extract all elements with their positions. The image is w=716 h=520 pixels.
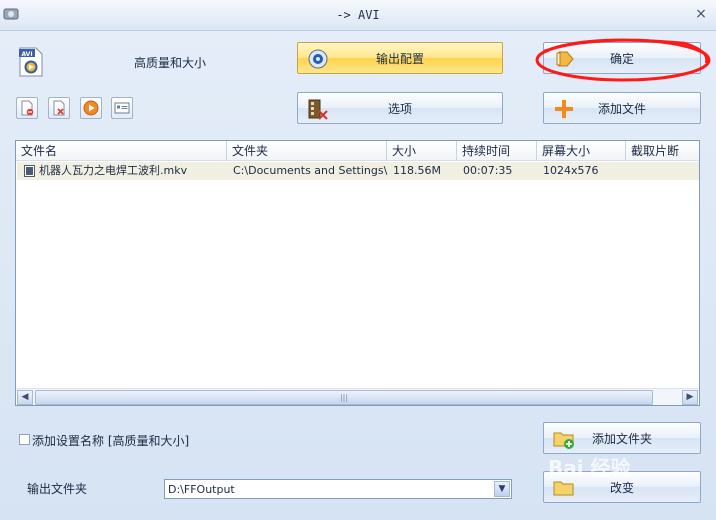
add-file-label: 添加文件 (597, 101, 646, 116)
watermark: Bai 经验 (548, 456, 631, 480)
output-config-label: 输出配置 (375, 51, 424, 66)
add-file-button[interactable]: 添加文件 (543, 92, 701, 124)
annotation-circle (535, 38, 711, 82)
add-setting-name-checkbox[interactable] (19, 434, 30, 445)
output-folder-select[interactable]: D:\FFOutput ▼ (164, 479, 512, 499)
title-bar: -> AVI × (0, 0, 716, 31)
column-header-filename[interactable]: 文件名 (16, 141, 227, 161)
scroll-left-icon[interactable]: ◀ (17, 390, 33, 405)
avi-file-icon: AVI (19, 47, 43, 77)
add-folder-button[interactable]: 添加文件夹 (543, 422, 701, 454)
info-icon (114, 102, 130, 114)
scroll-thumb[interactable]: ||| (35, 390, 653, 405)
add-setting-name-label: 添加设置名称 [高质量和大小] (32, 434, 190, 448)
options-button[interactable]: 选项 (297, 92, 503, 124)
play-button[interactable] (80, 97, 102, 119)
add-folder-label: 添加文件夹 (591, 431, 652, 446)
play-icon (83, 100, 99, 116)
cell-folder: C:\Documents and Settings\... (233, 164, 388, 177)
window-title: -> AVI (336, 8, 380, 22)
output-config-button[interactable]: 输出配置 (297, 42, 503, 74)
output-folder-label: 输出文件夹 (27, 482, 88, 496)
column-header-duration[interactable]: 持续时间 (457, 141, 537, 161)
delete-all-button[interactable] (48, 97, 70, 119)
close-icon[interactable]: × (693, 6, 709, 22)
cell-size: 118.56M (393, 164, 441, 177)
cell-duration: 00:07:35 (463, 164, 513, 177)
column-header-folder[interactable]: 文件夹 (227, 141, 387, 161)
column-header-clip[interactable]: 截取片断 (626, 141, 699, 161)
options-label: 选项 (387, 101, 412, 116)
horizontal-scrollbar[interactable]: ◀ ||| ▶ (17, 388, 698, 405)
output-folder-value: D:\FFOutput (168, 483, 235, 496)
info-button[interactable] (111, 97, 133, 119)
profile-label: 高质量和大小 (134, 56, 207, 70)
change-label: 改变 (609, 480, 634, 495)
chevron-down-icon[interactable]: ▼ (494, 481, 510, 497)
scroll-right-icon[interactable]: ▶ (682, 390, 698, 405)
column-header-size[interactable]: 大小 (387, 141, 457, 161)
cell-clip (627, 162, 699, 180)
cell-screen-size: 1024x576 (543, 164, 599, 177)
remove-file-icon (21, 100, 34, 116)
file-list[interactable]: 文件名 文件夹 大小 持续时间 屏幕大小 截取片断 机器人瓦力之电焊工波利.mk… (15, 140, 700, 406)
remove-file-button[interactable] (16, 97, 38, 119)
delete-all-icon (53, 100, 65, 116)
column-header-screen-size[interactable]: 屏幕大小 (537, 141, 626, 161)
table-row[interactable]: 机器人瓦力之电焊工波利.mkv C:\Documents and Setting… (17, 162, 699, 180)
cell-filename: 机器人瓦力之电焊工波利.mkv (39, 164, 188, 177)
svg-text:AVI: AVI (21, 51, 32, 58)
